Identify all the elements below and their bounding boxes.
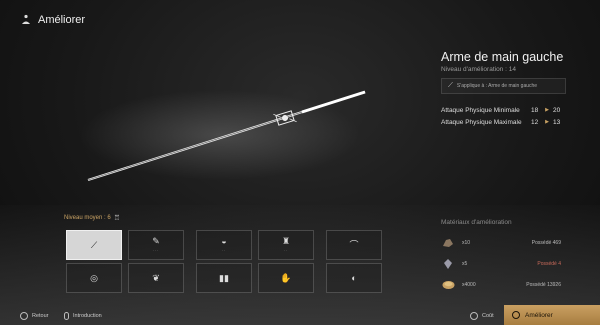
stat-row-min: Attaque Physique Minimale 18 ▶ 20 [441, 104, 566, 116]
helmet-icon: ◒ [221, 236, 227, 246]
material-row: x5 Possédé 4 [441, 253, 561, 274]
slot-boots[interactable]: ▮▮ [196, 263, 252, 293]
dagger-icon: ✎ [152, 236, 160, 246]
stat-old-value: 18 [531, 106, 539, 114]
arrow-right-icon: ▶ [545, 119, 549, 125]
applies-to-box: ⟋ S'applique à : Arme de main gauche [441, 78, 566, 94]
slot-bow[interactable]: ⌒ [326, 230, 382, 260]
cross-button-icon [470, 312, 478, 320]
equipment-slots: ⟋ ✎ ··· ◒ ·· ♜ ·· ⌒ ◎ ❦ ▮▮ ✋ ◐ [64, 229, 386, 294]
slot-armor-body[interactable]: ♜ ·· [258, 230, 314, 260]
material-qty: x10 [462, 239, 471, 246]
introduction-label: Introduction [73, 313, 102, 319]
sword-icon: ⟋ [90, 239, 98, 250]
introduction-button[interactable]: Introduction [64, 312, 102, 320]
back-label: Retour [32, 313, 49, 319]
stat-new-value: 13 [553, 118, 561, 126]
arrow-right-icon: ▶ [545, 107, 549, 113]
slot-dots: ·· [221, 248, 227, 253]
stat-label: Attaque Physique Maximale [441, 118, 522, 126]
chest-icon: ♜ [281, 236, 291, 246]
materials-title: Matériaux d'amélioration [441, 219, 512, 226]
slot-dots: ·· [283, 248, 289, 253]
upgrade-level: Niveau d'amélioration : 14 [441, 66, 516, 73]
slot-weapon-main[interactable]: ⟋ [66, 230, 122, 260]
amulet-icon: ◐ [351, 272, 357, 283]
page-title: Améliorer [38, 14, 86, 26]
confirm-button-icon [512, 311, 520, 319]
applies-to-text: S'applique à : Arme de main gauche [456, 83, 538, 89]
slot-gloves[interactable]: ✋ [258, 263, 314, 293]
material-qty: x4000 [462, 281, 476, 288]
slot-armor-head[interactable]: ◒ ·· [196, 230, 252, 260]
weapon-image [80, 90, 366, 182]
touchpad-icon [64, 312, 69, 320]
crystal-icon [441, 257, 455, 271]
slot-pendant[interactable]: ❦ [128, 263, 184, 293]
boots-icon: ▮▮ [219, 272, 229, 283]
upgrade-button[interactable]: Améliorer [504, 305, 600, 325]
pendant-icon: ❦ [152, 272, 160, 283]
meditation-icon [22, 14, 30, 24]
gloves-icon: ✋ [280, 272, 292, 283]
slot-amulet[interactable]: ◐ [326, 263, 382, 293]
average-level: Niveau moyen : 6 ♖ [64, 214, 120, 222]
blade-icon: ⟋ [448, 82, 453, 89]
material-row: x4000 Possédé 13926 [441, 274, 561, 295]
material-owned: Possédé 13926 [526, 281, 561, 288]
slot-ring[interactable]: ◎ [66, 263, 122, 293]
coin-icon [441, 278, 455, 292]
stat-old-value: 12 [531, 118, 539, 126]
gear-level-icon: ♖ [113, 215, 120, 222]
footer-bar: Retour Introduction Coût Améliorer [0, 303, 600, 325]
stat-row-max: Attaque Physique Maximale 12 ▶ 13 [441, 116, 566, 128]
materials-panel: Matériaux d'amélioration x10 Possédé 469… [441, 219, 561, 295]
stat-new-value: 20 [553, 106, 561, 114]
cost-label: Coût [482, 313, 494, 319]
weapon-name: Arme de main gauche [441, 50, 564, 64]
material-owned: Possédé 469 [531, 239, 561, 246]
cost-button[interactable]: Coût [470, 312, 494, 320]
material-qty: x5 [462, 260, 468, 267]
material-row: x10 Possédé 469 [441, 232, 561, 253]
bow-icon: ⌒ [349, 239, 359, 250]
top-bar: Améliorer [20, 14, 85, 26]
slot-dots: ··· [152, 248, 160, 253]
average-level-text: Niveau moyen : 6 [64, 215, 111, 221]
slot-weapon-off[interactable]: ✎ ··· [128, 230, 184, 260]
ore-icon [441, 236, 455, 250]
weapon-info-panel: Arme de main gauche Niveau d'amélioratio… [441, 50, 566, 128]
ring-icon: ◎ [90, 272, 98, 283]
circle-button-icon [20, 312, 28, 320]
stat-label: Attaque Physique Minimale [441, 106, 520, 114]
back-button[interactable]: Retour [20, 312, 49, 320]
upgrade-label: Améliorer [525, 311, 553, 319]
material-owned: Possédé 4 [537, 260, 561, 267]
